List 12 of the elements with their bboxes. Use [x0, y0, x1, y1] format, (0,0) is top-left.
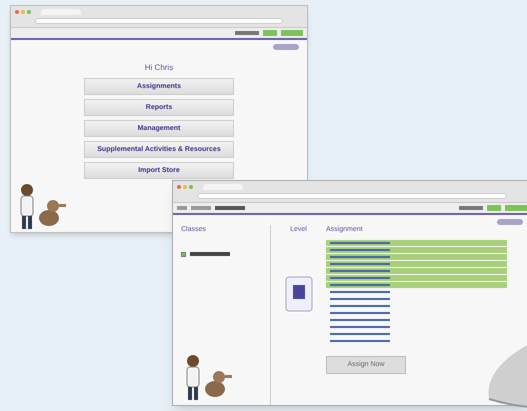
assignment-row[interactable]	[326, 246, 507, 252]
logo-icon	[273, 44, 299, 50]
assignment-row[interactable]	[326, 282, 507, 288]
assignment-row[interactable]	[326, 260, 507, 266]
assignment-row[interactable]	[326, 268, 507, 274]
logo-icon	[497, 219, 523, 225]
assignment-row[interactable]	[326, 274, 507, 280]
class-checkbox[interactable]	[181, 252, 186, 256]
assignment-row[interactable]	[326, 254, 507, 260]
assignment-row[interactable]	[326, 240, 507, 246]
level-tile-icon[interactable]	[284, 276, 312, 312]
greeting: Hi Chris	[144, 62, 174, 74]
